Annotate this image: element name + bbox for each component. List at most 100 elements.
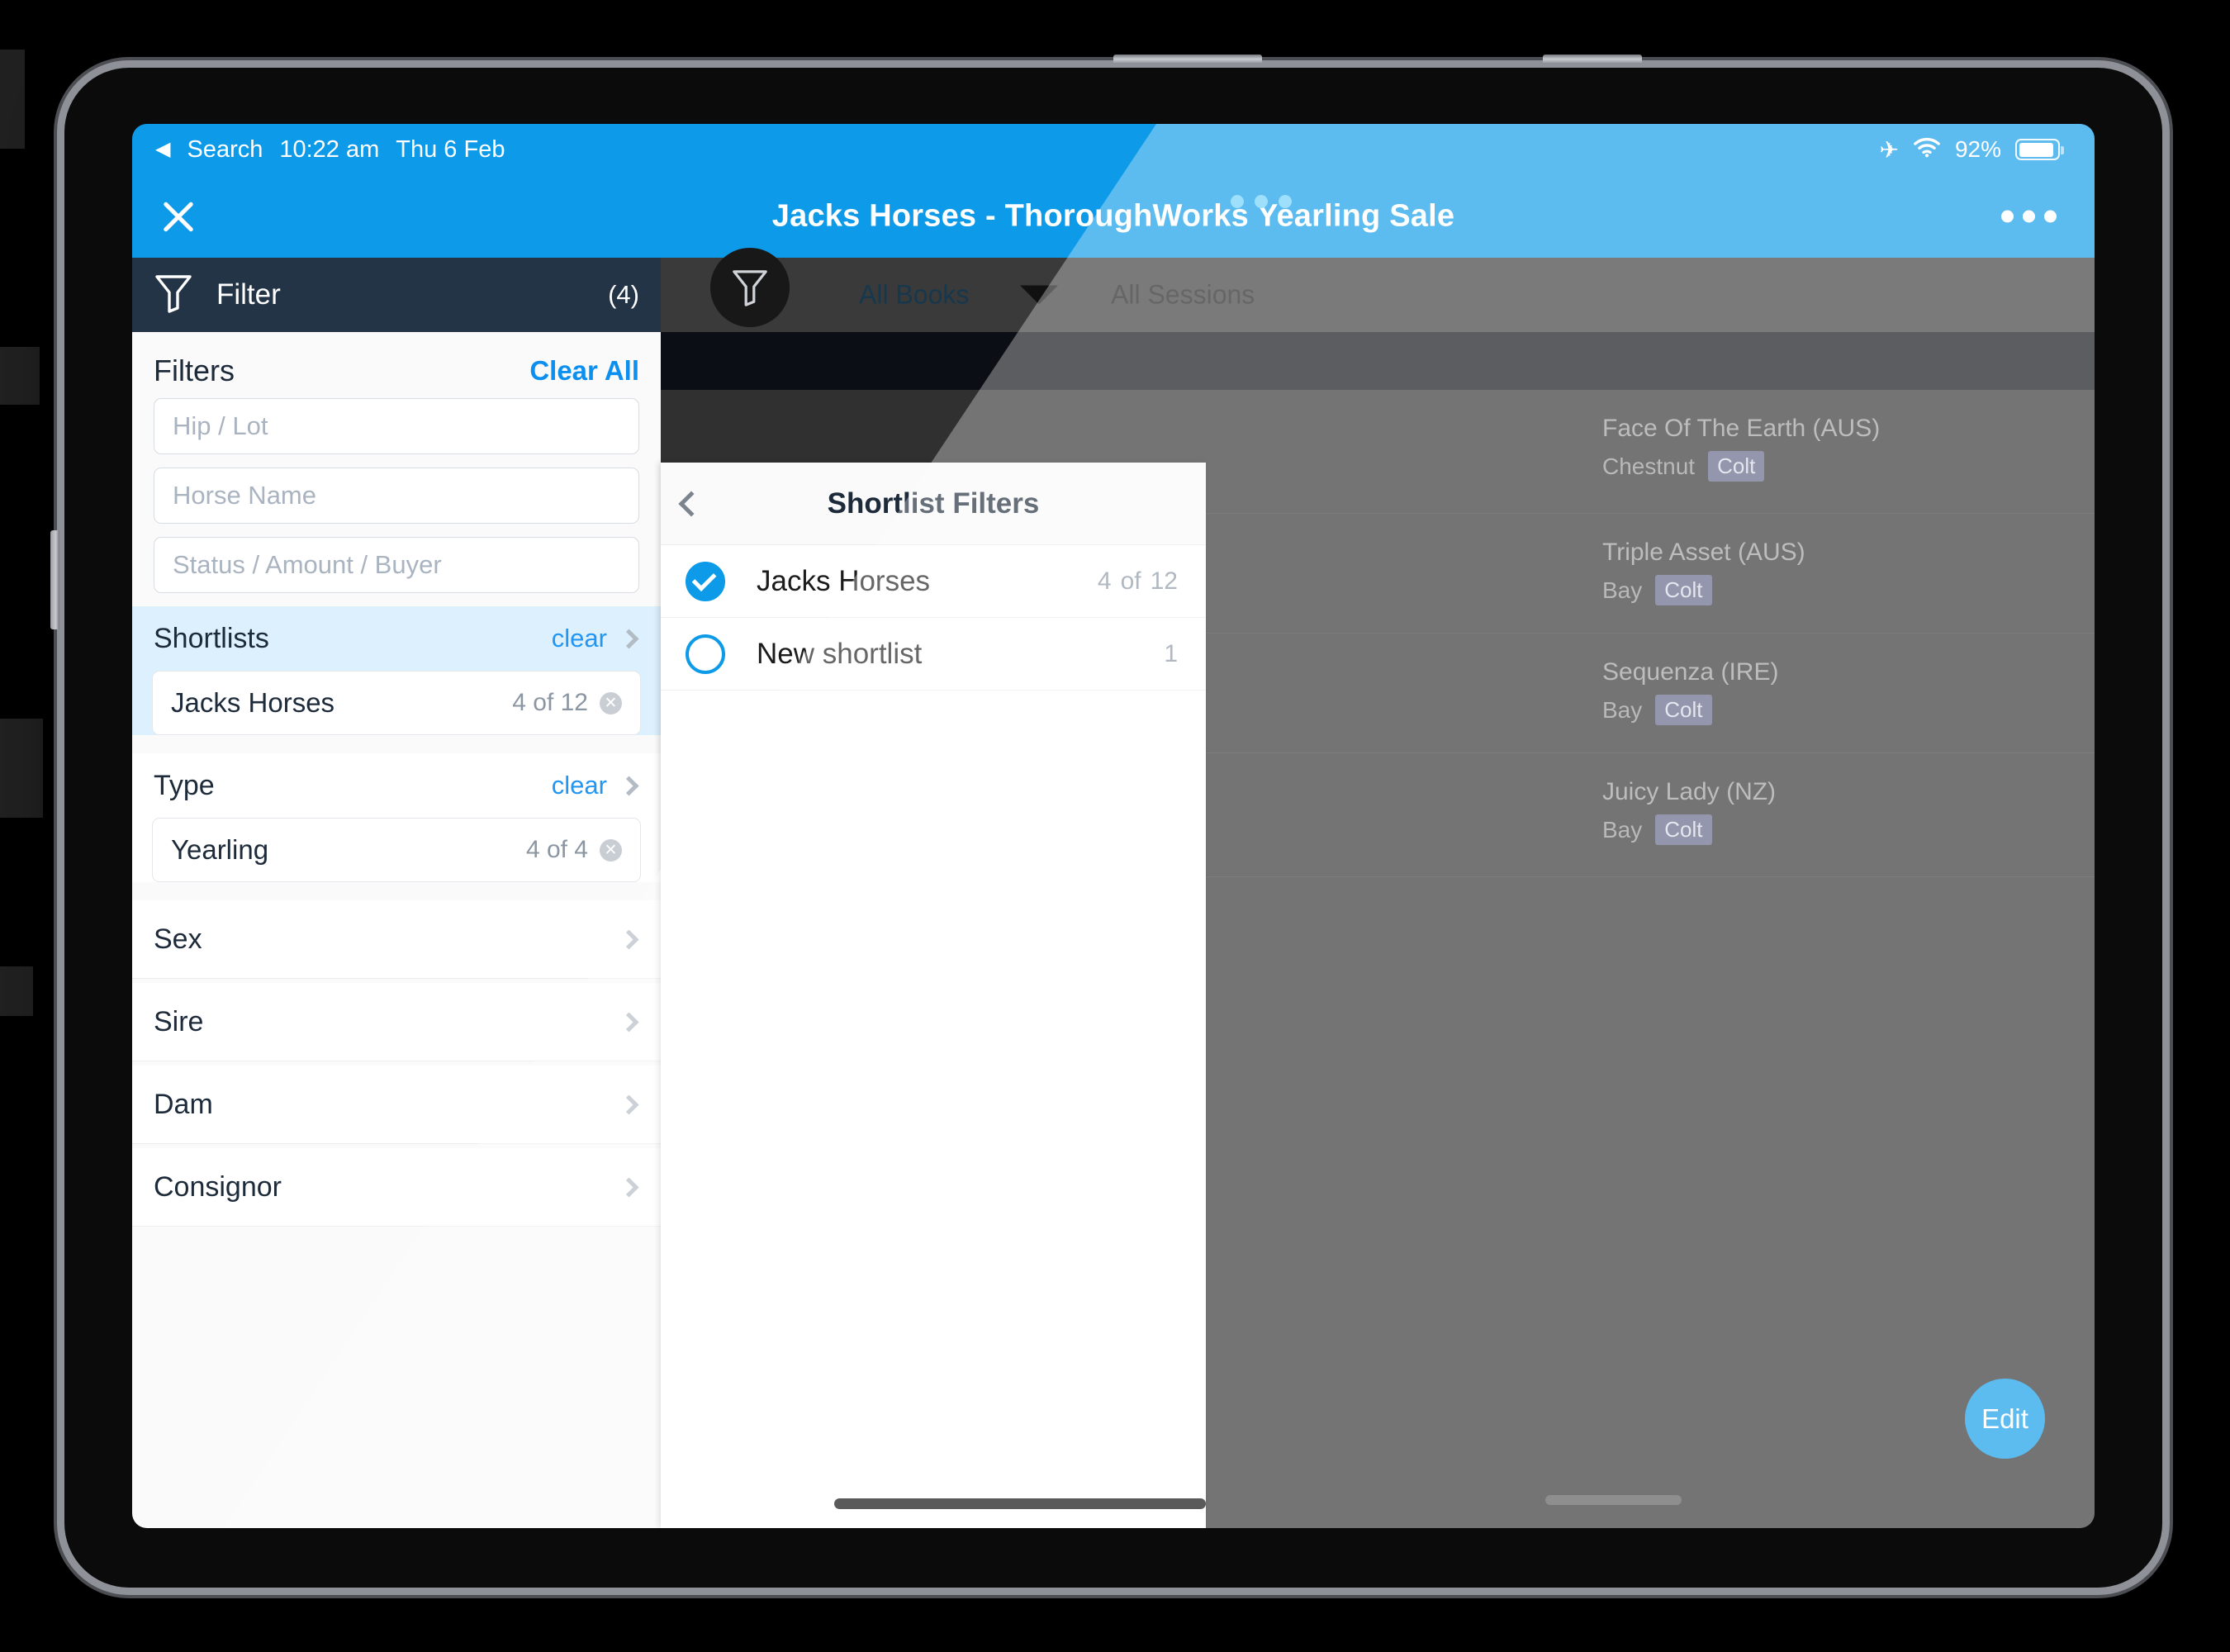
home-indicator bbox=[1545, 1495, 1682, 1505]
dot bbox=[2001, 210, 2014, 223]
shortlist-count: 1 bbox=[1164, 639, 1178, 667]
chevron-right-icon bbox=[619, 928, 639, 950]
filter-row-label: Dam bbox=[154, 1088, 213, 1120]
airplane-icon: ✈ bbox=[1879, 136, 1899, 163]
filters-section-header: Filters Clear All bbox=[132, 332, 661, 398]
battery-percent-label: 92% bbox=[1954, 136, 2001, 162]
status-badge: Colt bbox=[1655, 814, 1712, 845]
status-back-label[interactable]: Search bbox=[187, 136, 263, 164]
selected-filter-chip[interactable]: Yearling 4 of 4 ✕ bbox=[152, 818, 641, 882]
horse-name: Sequenza (IRE) bbox=[1602, 658, 1779, 686]
power-button-2[interactable] bbox=[1543, 55, 1642, 63]
filter-group-label: Type bbox=[154, 769, 215, 801]
status-badge: Colt bbox=[1655, 575, 1712, 605]
hip-lot-input[interactable]: Hip / Lot bbox=[154, 398, 639, 454]
filter-row-sire[interactable]: Sire bbox=[132, 983, 661, 1061]
status-bar: ◀ Search 10:22 am Thu 6 Feb ✈ 92% bbox=[132, 124, 2095, 175]
shortlist-label: New shortlist bbox=[757, 637, 923, 670]
horse-name-input[interactable]: Horse Name bbox=[154, 468, 639, 524]
horse-colour: Bay bbox=[1602, 577, 1643, 603]
count-of-label: of bbox=[1120, 567, 1141, 595]
chip-label: Jacks Horses bbox=[171, 687, 335, 718]
checkbox-checked-icon[interactable] bbox=[686, 561, 725, 601]
horse-colour: Chestnut bbox=[1602, 453, 1696, 479]
horse-colour: Bay bbox=[1602, 816, 1643, 843]
chevron-right-icon bbox=[619, 628, 639, 649]
horse-list-header bbox=[661, 332, 2095, 390]
status-amount-buyer-input[interactable]: Status / Amount / Buyer bbox=[154, 537, 639, 593]
volume-button[interactable] bbox=[50, 530, 59, 629]
background-smudge bbox=[0, 719, 43, 818]
chip-label: Yearling bbox=[171, 834, 269, 865]
filter-panel-title: Filter bbox=[216, 278, 281, 311]
filter-panel: Filter (4) Filters Clear All Hip / Lot H… bbox=[132, 258, 661, 1528]
shortlist-label: Jacks Horses bbox=[757, 564, 931, 597]
clear-shortlists-button[interactable]: clear bbox=[552, 624, 607, 653]
remove-chip-icon[interactable]: ✕ bbox=[600, 838, 622, 862]
dot bbox=[1231, 195, 1244, 208]
chevron-right-icon bbox=[619, 775, 639, 796]
battery-icon bbox=[2015, 139, 2064, 160]
chevron-right-icon bbox=[619, 1094, 639, 1115]
remove-chip-icon[interactable]: ✕ bbox=[600, 691, 622, 714]
tablet-device-frame: ◀ Search 10:22 am Thu 6 Feb ✈ 92% Jacks … bbox=[50, 55, 2162, 1588]
power-button[interactable] bbox=[1113, 55, 1262, 63]
shortlist-count: 4 of 12 bbox=[1098, 567, 1178, 596]
status-badge: Colt bbox=[1708, 451, 1765, 482]
screenshot-stage: ◀ Search 10:22 am Thu 6 Feb ✈ 92% Jacks … bbox=[0, 0, 2230, 1652]
filter-row-consignor[interactable]: Consignor bbox=[132, 1148, 661, 1227]
list-item[interactable]: New shortlist 1 bbox=[661, 618, 1206, 691]
dot bbox=[1255, 195, 1268, 208]
filter-row-sex[interactable]: Sex bbox=[132, 900, 661, 979]
filter-group-header[interactable]: Shortlists clear bbox=[132, 606, 661, 671]
funnel-icon[interactable] bbox=[710, 248, 790, 327]
count-total: 12 bbox=[1150, 567, 1178, 595]
triangle-left-icon: ◀ bbox=[155, 138, 171, 160]
filter-row-label: Sex bbox=[154, 923, 202, 955]
shortlist-panel-header: Shortlist Filters bbox=[661, 463, 1206, 545]
horse-meta: Bay Colt bbox=[1602, 814, 1712, 845]
wifi-icon bbox=[1913, 136, 1941, 164]
shortlist-panel-title: Shortlist Filters bbox=[827, 487, 1040, 520]
filter-group-header[interactable]: Type clear bbox=[132, 753, 661, 818]
filter-count-badge: (4) bbox=[608, 280, 639, 309]
horse-name: Juicy Lady (NZ) bbox=[1602, 778, 1777, 805]
horse-name: Face Of The Earth (AUS) bbox=[1602, 415, 1881, 442]
list-item[interactable]: Jacks Horses 4 of 12 bbox=[661, 545, 1206, 618]
selected-filter-chip[interactable]: Jacks Horses 4 of 12 ✕ bbox=[152, 671, 641, 735]
dot bbox=[1279, 195, 1292, 208]
horse-colour: Bay bbox=[1602, 696, 1643, 723]
filter-row-label: Sire bbox=[154, 1005, 204, 1037]
horse-meta: Bay Colt bbox=[1602, 695, 1712, 725]
app-navbar: Jacks Horses - ThoroughWorks Yearling Sa… bbox=[132, 175, 2095, 258]
horse-name: Triple Asset (AUS) bbox=[1602, 539, 1805, 566]
horse-meta: Bay Colt bbox=[1602, 575, 1712, 605]
horse-meta: Chestnut Colt bbox=[1602, 451, 1765, 482]
edit-button[interactable]: Edit bbox=[1965, 1379, 2045, 1459]
tablet-screen: ◀ Search 10:22 am Thu 6 Feb ✈ 92% Jacks … bbox=[132, 124, 2095, 1528]
count-selected: 4 bbox=[1097, 567, 1112, 595]
status-time: 10:22 am bbox=[279, 135, 380, 163]
filter-row-dam[interactable]: Dam bbox=[132, 1066, 661, 1144]
background-smudge bbox=[0, 347, 40, 405]
checkbox-unchecked-icon[interactable] bbox=[686, 634, 725, 674]
more-options-icon[interactable] bbox=[2001, 210, 2057, 223]
clear-type-button[interactable]: clear bbox=[552, 771, 607, 800]
filters-label: Filters bbox=[154, 354, 235, 387]
chip-count: 4 of 12 bbox=[512, 689, 588, 716]
filter-group-type: Type clear Yearling 4 of 4 ✕ bbox=[132, 753, 661, 882]
status-date: Thu 6 Feb bbox=[396, 135, 505, 163]
sessions-filter-label[interactable]: All Sessions bbox=[1111, 280, 1255, 311]
background-smudge bbox=[0, 50, 25, 149]
filter-row-label: Consignor bbox=[154, 1170, 282, 1203]
dot bbox=[2044, 210, 2057, 223]
filter-panel-header: Filter (4) bbox=[132, 258, 661, 332]
filter-group-shortlists: Shortlists clear Jacks Horses 4 of 12 ✕ bbox=[132, 606, 661, 735]
chevron-down-icon[interactable] bbox=[1020, 285, 1058, 305]
home-indicator[interactable] bbox=[834, 1498, 1206, 1509]
clear-all-button[interactable]: Clear All bbox=[529, 355, 639, 387]
books-filter-label[interactable]: All Books bbox=[859, 280, 969, 311]
background-smudge bbox=[0, 966, 33, 1016]
status-bar-left: ◀ Search 10:22 am Thu 6 Feb bbox=[132, 136, 505, 164]
filter-group-label: Shortlists bbox=[154, 622, 269, 654]
